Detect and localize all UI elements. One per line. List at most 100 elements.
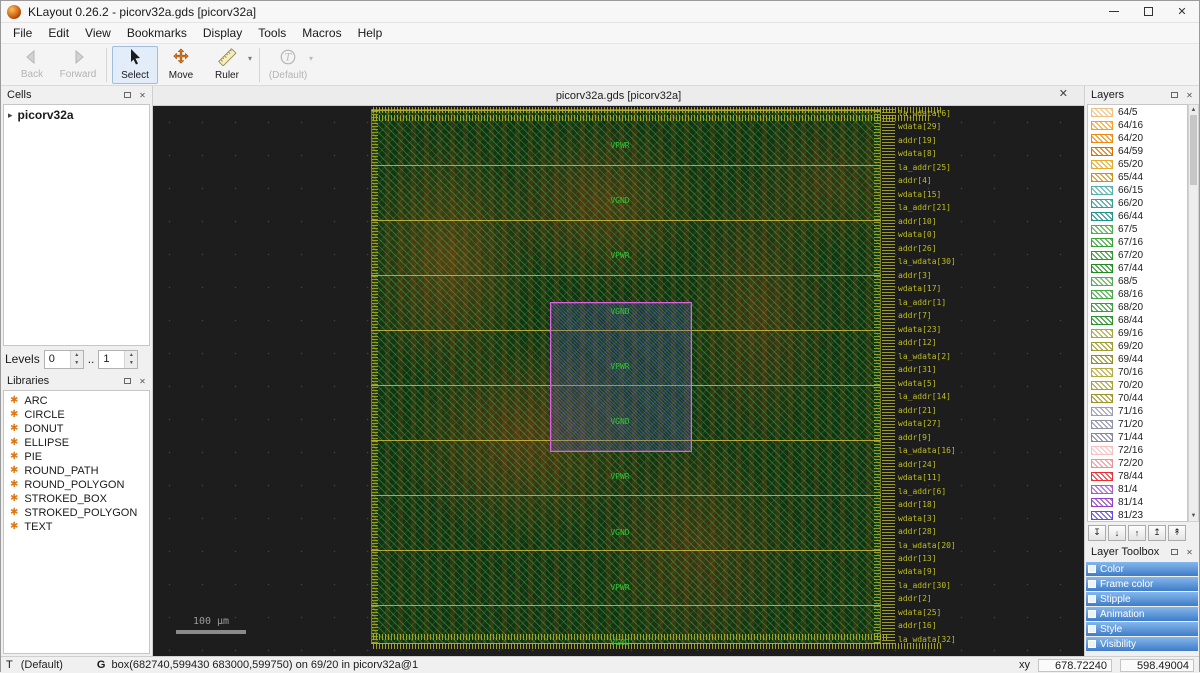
menu-item[interactable]: Help (350, 24, 391, 43)
cells-tree[interactable]: ▸ picorv32a (3, 104, 150, 346)
layout-viewport[interactable]: VPWR VGND VPWR VGND VPWR VGND VPWR VGND … (153, 106, 1084, 656)
menu-item[interactable]: Display (195, 24, 250, 43)
library-item[interactable]: ✱ ARC (4, 394, 149, 408)
ruler-tool-button[interactable]: Ruler (204, 46, 250, 84)
layer-row[interactable]: 64/5 (1088, 106, 1187, 119)
layer-row[interactable]: 78/44 (1088, 470, 1187, 483)
layout-tab[interactable]: picorv32a.gds [picorv32a] ✕ (153, 86, 1084, 106)
menu-item[interactable]: View (77, 24, 119, 43)
toolbox-section-row[interactable]: Color (1086, 562, 1198, 576)
layers-close-button[interactable]: ✕ (1184, 90, 1195, 101)
menu-item[interactable]: Edit (40, 24, 77, 43)
toolbox-checkbox[interactable] (1088, 610, 1096, 618)
menu-item[interactable]: Bookmarks (119, 24, 195, 43)
toolbox-section-row[interactable]: Visibility (1086, 637, 1198, 651)
layer-row[interactable]: 64/59 (1088, 145, 1187, 158)
menu-item[interactable]: Tools (250, 24, 294, 43)
layer-row[interactable]: 69/16 (1088, 327, 1187, 340)
layer-row[interactable]: 81/14 (1088, 496, 1187, 509)
menu-item[interactable]: Macros (294, 24, 349, 43)
layer-row[interactable]: 65/44 (1088, 171, 1187, 184)
layer-row[interactable]: 68/5 (1088, 275, 1187, 288)
layer-toolbox-close-button[interactable]: ✕ (1184, 547, 1195, 558)
toolbox-section-row[interactable]: Style (1086, 622, 1198, 636)
scroll-down-icon[interactable]: ▼ (1189, 511, 1198, 521)
layer-row[interactable]: 70/16 (1088, 366, 1187, 379)
layer-row[interactable]: 69/44 (1088, 353, 1187, 366)
library-item[interactable]: ✱ STROKED_POLYGON (4, 506, 149, 520)
layer-row[interactable]: 69/20 (1088, 340, 1187, 353)
toolbox-section-row[interactable]: Frame color (1086, 577, 1198, 591)
libraries-close-button[interactable]: ✕ (137, 376, 148, 387)
levels-to-value[interactable]: 1 (99, 351, 124, 368)
forward-button[interactable]: Forward (55, 46, 101, 84)
layer-row[interactable]: 71/20 (1088, 418, 1187, 431)
levels-from-value[interactable]: 0 (45, 351, 70, 368)
layer-row[interactable]: 70/20 (1088, 379, 1187, 392)
maximize-button[interactable] (1131, 1, 1165, 22)
library-item[interactable]: ✱ PIE (4, 450, 149, 464)
layer-row[interactable]: 66/20 (1088, 197, 1187, 210)
library-item[interactable]: ✱ DONUT (4, 422, 149, 436)
spin-up-icon[interactable]: ▲ (71, 351, 83, 360)
toolbox-section-row[interactable]: Stipple (1086, 592, 1198, 606)
move-tool-button[interactable]: Move (158, 46, 204, 84)
layer-row[interactable]: 65/20 (1088, 158, 1187, 171)
layer-nav-button[interactable]: ↟ (1168, 525, 1186, 541)
library-item[interactable]: ✱ ELLIPSE (4, 436, 149, 450)
tab-close-button[interactable]: ✕ (1059, 89, 1068, 100)
select-tool-button[interactable]: Select (112, 46, 158, 84)
spin-down-icon[interactable]: ▼ (71, 359, 83, 368)
layer-row[interactable]: 67/5 (1088, 223, 1187, 236)
layer-row[interactable]: 68/20 (1088, 301, 1187, 314)
layer-row[interactable]: 71/44 (1088, 431, 1187, 444)
toolbox-checkbox[interactable] (1088, 580, 1096, 588)
layer-nav-button[interactable]: ↥ (1148, 525, 1166, 541)
expand-icon[interactable]: ▸ (8, 110, 13, 121)
libraries-float-button[interactable] (122, 376, 133, 387)
layer-row[interactable]: 81/23 (1088, 509, 1187, 522)
layers-float-button[interactable] (1169, 90, 1180, 101)
scroll-up-icon[interactable]: ▲ (1189, 105, 1198, 115)
scrollbar-track[interactable] (1189, 185, 1198, 511)
layer-row[interactable]: 72/16 (1088, 444, 1187, 457)
close-button[interactable]: ✕ (1165, 1, 1199, 22)
toolbox-checkbox[interactable] (1088, 565, 1096, 573)
toolbox-checkbox[interactable] (1088, 625, 1096, 633)
layer-nav-button[interactable]: ↓ (1108, 525, 1126, 541)
levels-to-spinner[interactable]: 1 ▲ ▼ (98, 350, 138, 369)
layer-row[interactable]: 67/16 (1088, 236, 1187, 249)
layer-row[interactable]: 70/44 (1088, 392, 1187, 405)
layer-toolbox-float-button[interactable] (1169, 547, 1180, 558)
back-button[interactable]: Back (9, 46, 55, 84)
library-item[interactable]: ✱ TEXT (4, 520, 149, 534)
layer-row[interactable]: 64/20 (1088, 132, 1187, 145)
ruler-dropdown-icon[interactable]: ▾ (248, 54, 252, 63)
cells-float-button[interactable] (122, 90, 133, 101)
layer-row[interactable]: 66/44 (1088, 210, 1187, 223)
layer-row[interactable]: 81/4 (1088, 483, 1187, 496)
library-item[interactable]: ✱ STROKED_BOX (4, 492, 149, 506)
spin-up-icon[interactable]: ▲ (125, 351, 137, 360)
layer-row[interactable]: 67/44 (1088, 262, 1187, 275)
layer-row[interactable]: 64/16 (1088, 119, 1187, 132)
layer-row[interactable]: 67/20 (1088, 249, 1187, 262)
layer-row[interactable]: 68/44 (1088, 314, 1187, 327)
toolbox-checkbox[interactable] (1088, 595, 1096, 603)
layers-scrollbar[interactable]: ▲ ▼ (1188, 104, 1199, 522)
libraries-list[interactable]: ✱ ARC ✱ CIRCLE ✱ DONUT ✱ ELLIPSE (3, 390, 150, 654)
scrollbar-thumb[interactable] (1190, 115, 1197, 185)
levels-from-spinner[interactable]: 0 ▲ ▼ (44, 350, 84, 369)
cell-tree-item[interactable]: ▸ picorv32a (4, 107, 149, 123)
layer-row[interactable]: 68/16 (1088, 288, 1187, 301)
minimize-button[interactable] (1097, 1, 1131, 22)
default-mode-dropdown-icon[interactable]: ▾ (309, 54, 313, 63)
layers-list[interactable]: 64/5 64/16 64/20 64/59 (1087, 104, 1188, 522)
toolbox-section-row[interactable]: Animation (1086, 607, 1198, 621)
menu-item[interactable]: File (5, 24, 40, 43)
cells-close-button[interactable]: ✕ (137, 90, 148, 101)
layer-row[interactable]: 66/15 (1088, 184, 1187, 197)
spin-down-icon[interactable]: ▼ (125, 359, 137, 368)
library-item[interactable]: ✱ CIRCLE (4, 408, 149, 422)
layer-nav-button[interactable]: ↑ (1128, 525, 1146, 541)
